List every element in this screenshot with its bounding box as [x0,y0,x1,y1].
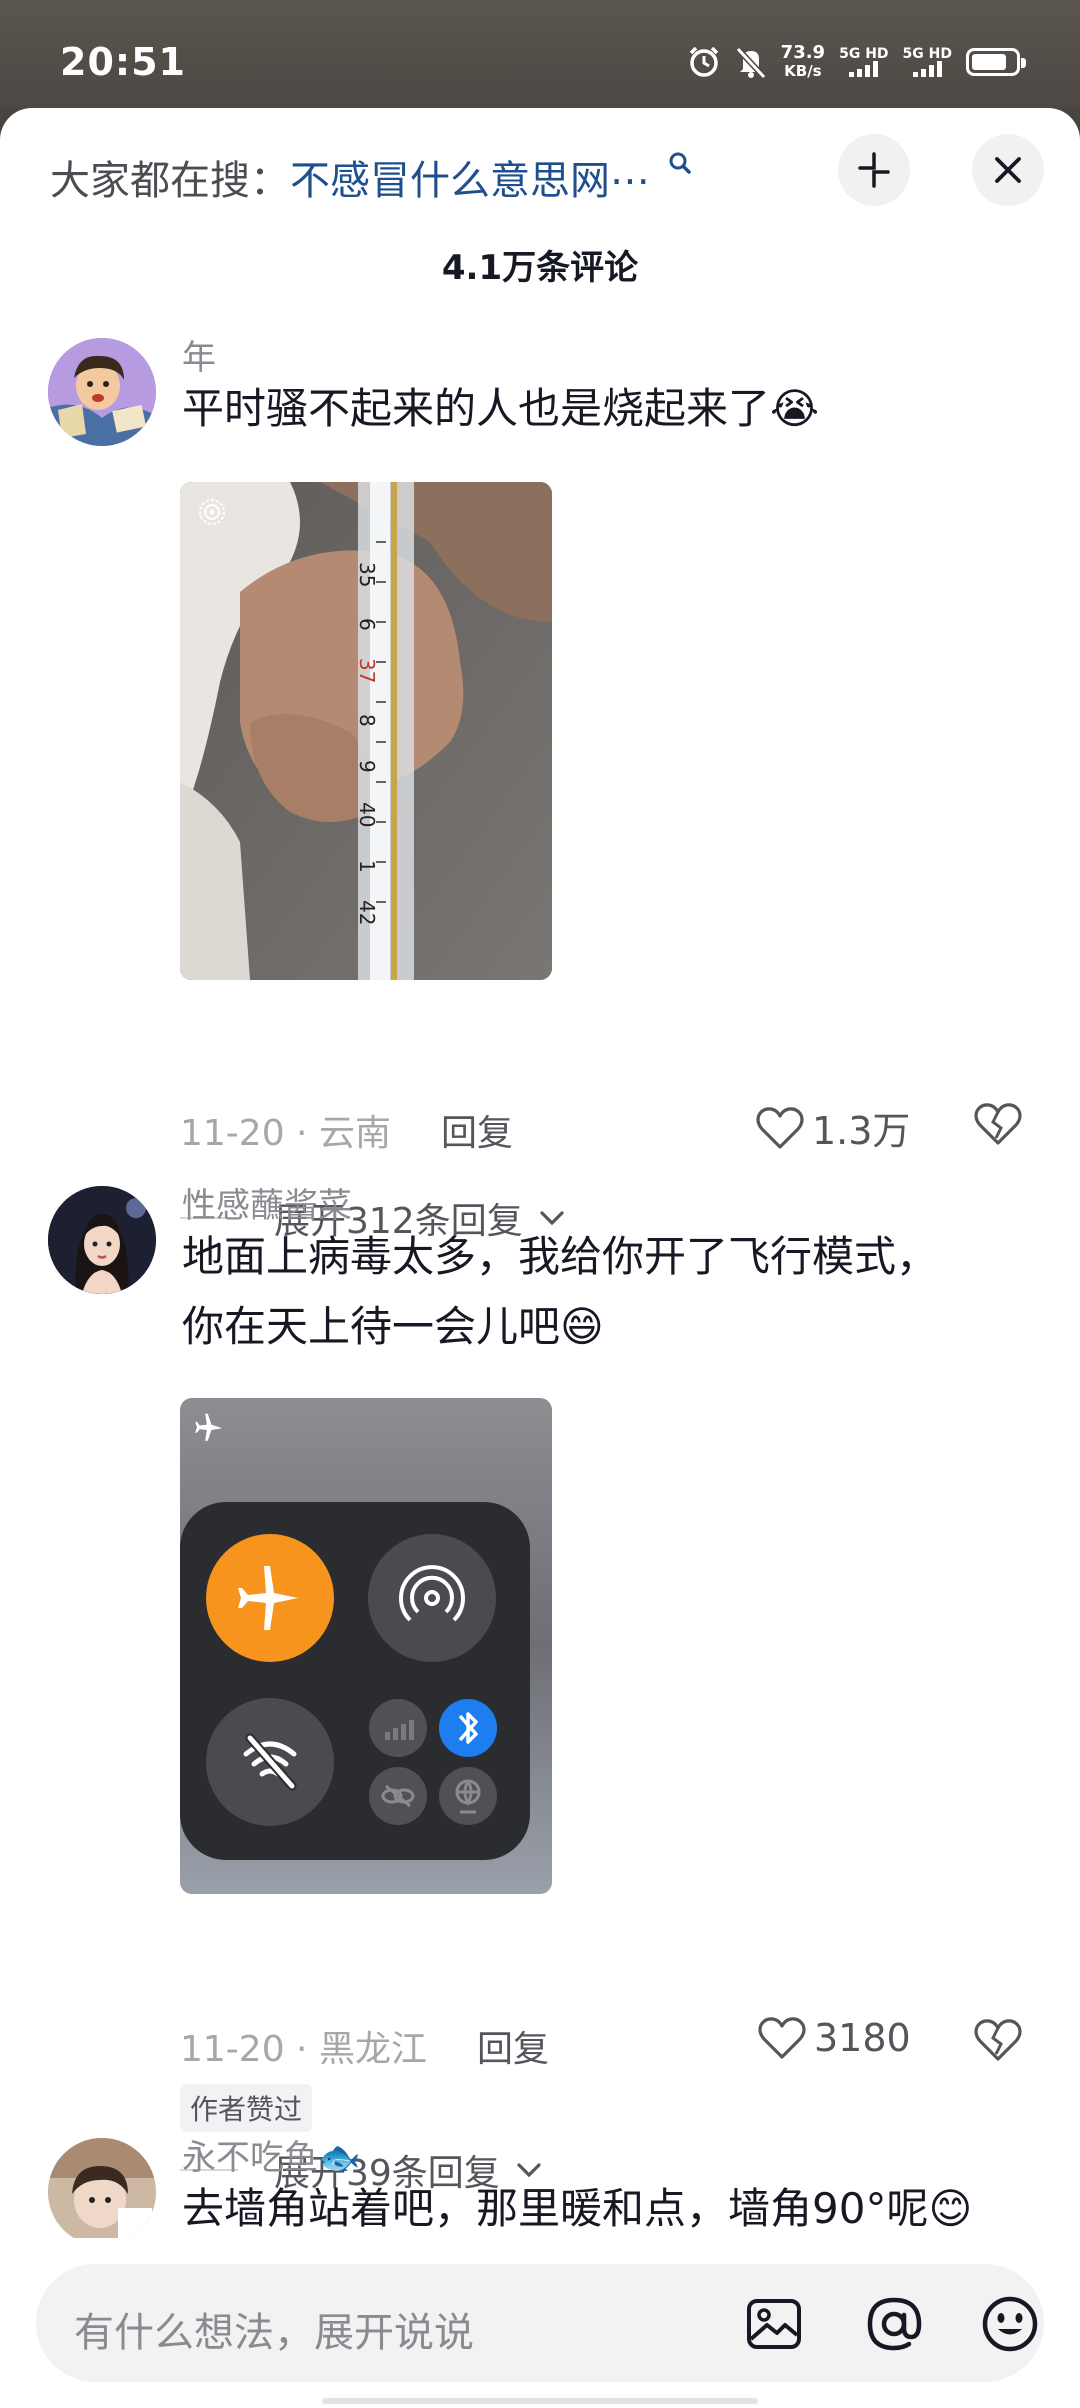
image-button[interactable] [742,2292,806,2356]
signal-bars-icon [839,61,888,77]
blush-emoji-icon: 😊 [928,2184,973,2233]
emoji-button[interactable] [978,2292,1042,2356]
fish-emoji-icon: 🐟 [318,2138,361,2178]
avatar[interactable] [48,2138,156,2238]
image-icon [747,2299,801,2349]
alarm-icon [689,46,718,77]
at-icon [867,2297,922,2351]
status-bar: 20:51 73.9 KB/s 5G HD 5G HD [0,0,1080,108]
avatar-photo-image [48,2138,156,2238]
comment-item: 永不吃鱼🐟 去墙角站着吧，那里暖和点，墙角90°呢😊 [0,108,1080,2238]
sim1-signal: 5G HD [839,47,889,77]
username[interactable]: 永不吃鱼🐟 [182,2130,360,2179]
status-time: 20:51 [60,40,186,84]
sim2-signal: 5G HD [903,47,952,77]
mute-icon [735,46,766,79]
emoji-icon [982,2296,1038,2352]
signal-bars-icon [903,61,952,77]
comment-text: 去墙角站着吧，那里暖和点，墙角90°呢😊 [182,2184,973,2233]
home-indicator [322,2398,758,2404]
net-speed: 73.9 KB/s [780,42,826,81]
battery-icon [966,48,1026,76]
status-icons: 73.9 KB/s 5G HD 5G HD [687,42,1026,82]
comment-composer[interactable]: 有什么想法，展开说说 [36,2264,1044,2382]
comment-input[interactable]: 有什么想法，展开说说 [74,2300,474,2358]
mention-button[interactable] [862,2292,926,2356]
comments-sheet: 大家都在搜：不感冒什么意思网⋯ 4.1万条评论 年 平时骚不起来的人也是烧起来了… [0,108,1080,2408]
